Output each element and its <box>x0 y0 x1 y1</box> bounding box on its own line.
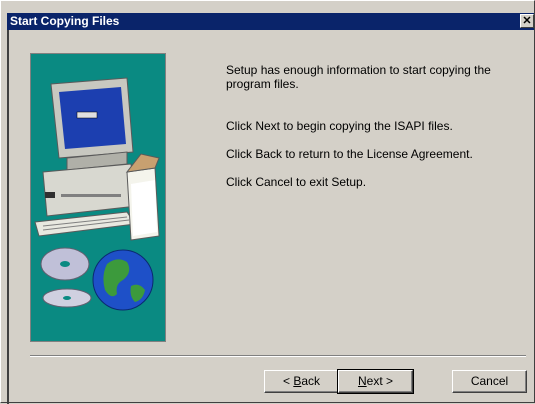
setup-illustration-panel <box>30 53 166 342</box>
cd-disc-icon <box>40 247 92 308</box>
back-button-prefix: < <box>282 374 294 388</box>
window-title: Start Copying Files <box>10 14 120 28</box>
setup-dialog: Start Copying Files ✕ Setup has enough i… <box>0 0 535 404</box>
title-bar: Start Copying Files ✕ <box>7 13 534 30</box>
message-line-4: Click Cancel to exit Setup. <box>226 175 367 189</box>
button-separator <box>30 355 526 357</box>
close-icon: ✕ <box>522 15 532 27</box>
message-line-1: Setup has enough information to start co… <box>226 63 491 91</box>
back-button[interactable]: < Back <box>264 370 339 393</box>
next-button[interactable]: Next > <box>337 369 414 394</box>
window-edge <box>7 30 9 404</box>
computer-illustration <box>34 77 160 311</box>
close-button[interactable]: ✕ <box>520 14 534 28</box>
next-button-label: ext > <box>366 374 394 388</box>
next-button-accel: N <box>357 374 367 388</box>
message-line-2: Click Next to begin copying the ISAPI fi… <box>226 119 453 133</box>
back-button-label: ack <box>301 374 321 388</box>
cancel-button-label: Cancel <box>470 374 509 388</box>
message-line-3: Click Back to return to the License Agre… <box>226 147 473 161</box>
cancel-button[interactable]: Cancel <box>452 370 527 393</box>
globe-icon <box>92 249 154 311</box>
